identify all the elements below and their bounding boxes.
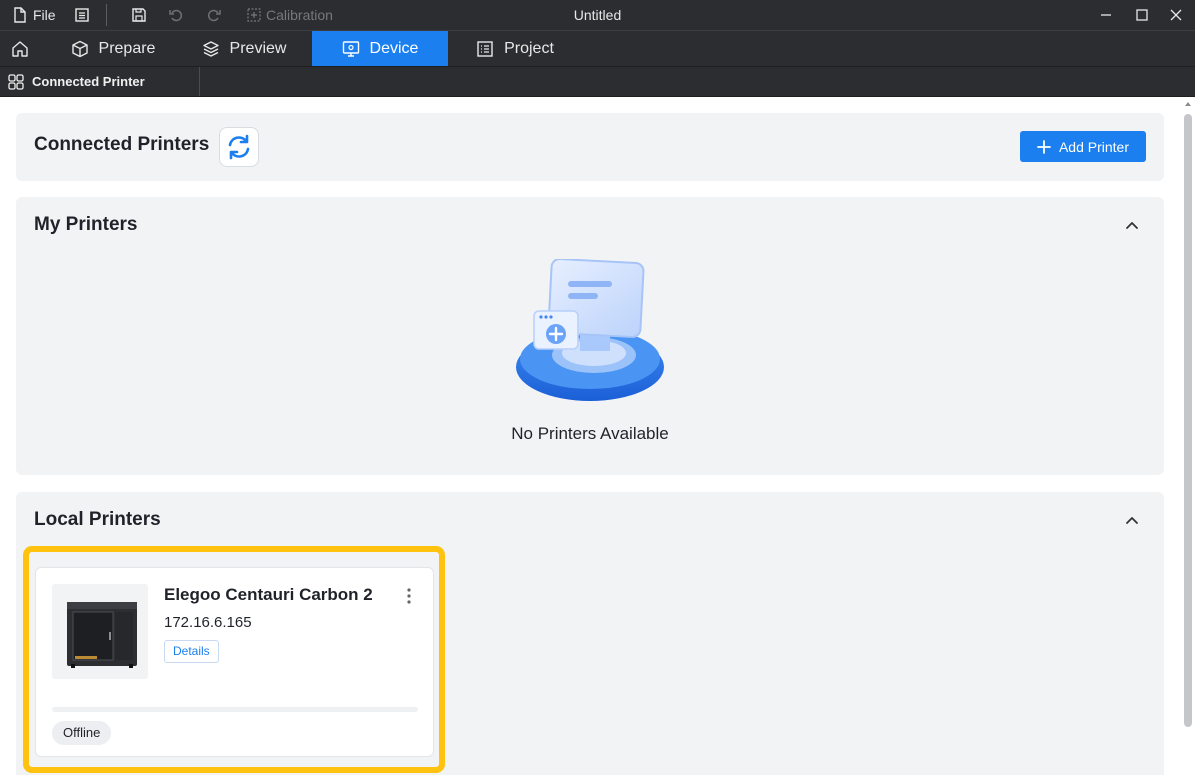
calibration-label: Calibration (266, 7, 333, 23)
printer-image (67, 601, 137, 668)
undo-icon (169, 9, 183, 22)
my-printers-title: My Printers (34, 214, 138, 235)
collapse-local-printers-button[interactable] (1122, 510, 1142, 530)
file-menu-button[interactable]: File (12, 0, 56, 30)
local-printers-title: Local Printers (34, 509, 161, 530)
my-printers-section: My Printers No Printers Available (16, 197, 1164, 475)
document-list-icon (75, 8, 89, 22)
tab-connected-printer[interactable]: Connected Printer (0, 67, 200, 96)
menu-button[interactable] (74, 0, 90, 30)
chevron-up-icon (1126, 517, 1138, 524)
chevron-up-icon (1126, 222, 1138, 229)
redo-button[interactable] (206, 0, 222, 30)
undo-button[interactable] (168, 0, 184, 30)
no-printers-illustration (516, 259, 664, 401)
empty-state-text: No Printers Available (511, 424, 669, 443)
tab-connected-printer-label: Connected Printer (32, 74, 145, 89)
close-icon (1170, 9, 1182, 21)
printer-thumbnail (52, 584, 148, 679)
maximize-icon (1136, 9, 1148, 21)
printer-more-options-button[interactable] (400, 586, 418, 606)
minimize-icon (1101, 14, 1111, 16)
device-subtab-bar: Connected Printer (0, 66, 1195, 97)
calibration-icon (247, 8, 261, 22)
tab-prepare[interactable]: Prepare (50, 31, 176, 67)
tab-prepare-label: Prepare (98, 40, 156, 57)
calibration-button[interactable]: Calibration (247, 0, 333, 30)
tab-project-label: Project (504, 40, 554, 57)
tab-device-label: Device (369, 40, 419, 57)
scrollbar-thumb[interactable] (1184, 114, 1192, 727)
file-icon (14, 7, 26, 23)
title-bar: File Calibration Untitled (0, 0, 1195, 30)
tab-preview-label: Preview (229, 40, 287, 57)
printer-ip-address: 172.16.6.165 (164, 614, 252, 631)
connected-printers-header: Connected Printers Add Printer (16, 113, 1164, 181)
close-button[interactable] (1159, 0, 1193, 30)
minimize-button[interactable] (1089, 0, 1123, 30)
tab-preview[interactable]: Preview (186, 31, 302, 67)
printer-card[interactable]: Elegoo Centauri Carbon 2 172.16.6.165 De… (35, 567, 434, 757)
cube-icon (71, 40, 88, 58)
printer-progress-bar (52, 707, 418, 712)
printer-name: Elegoo Centauri Carbon 2 (164, 585, 373, 604)
list-icon (477, 41, 493, 57)
file-menu-label: File (33, 7, 56, 23)
add-printer-button[interactable]: Add Printer (1020, 131, 1146, 162)
tab-home[interactable] (0, 31, 40, 67)
toolbar-divider (106, 4, 107, 26)
save-icon (132, 8, 146, 22)
grid-icon (8, 73, 24, 90)
home-icon (12, 41, 28, 57)
printer-details-button[interactable]: Details (164, 640, 219, 663)
refresh-icon (228, 134, 250, 160)
main-tab-bar: Prepare Preview Device Project (0, 30, 1195, 67)
scroll-up-arrow-icon[interactable] (1184, 100, 1192, 108)
maximize-button[interactable] (1125, 0, 1159, 30)
printer-status-badge: Offline (52, 721, 112, 745)
plus-icon (1037, 139, 1051, 154)
tab-project[interactable]: Project (460, 31, 570, 67)
monitor-icon (342, 41, 359, 57)
page-title: Connected Printers (34, 134, 210, 155)
tab-device[interactable]: Device (312, 31, 448, 67)
add-printer-label: Add Printer (1058, 138, 1130, 155)
refresh-button[interactable] (219, 127, 259, 167)
redo-icon (207, 9, 221, 22)
save-button[interactable] (131, 0, 147, 30)
collapse-my-printers-button[interactable] (1122, 215, 1142, 235)
layers-icon (202, 41, 219, 57)
more-vertical-icon (407, 588, 411, 604)
